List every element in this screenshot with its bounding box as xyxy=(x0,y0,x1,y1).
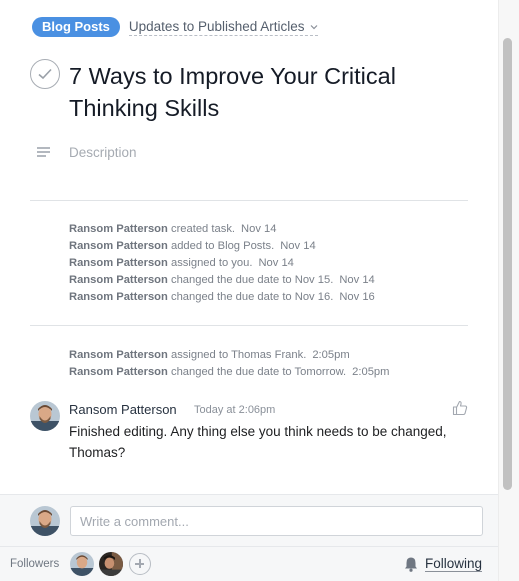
following-toggle[interactable]: Following xyxy=(425,556,483,572)
activity-story: Ransom Patterson created task. Nov 14 xyxy=(69,223,277,235)
project-tag[interactable]: Blog Posts xyxy=(32,17,120,37)
description-field[interactable]: Description xyxy=(69,145,137,160)
follower-avatar[interactable] xyxy=(99,552,123,576)
avatar xyxy=(30,506,60,536)
comment-author[interactable]: Ransom Patterson xyxy=(69,402,177,417)
activity-story: Ransom Patterson changed the due date to… xyxy=(69,366,390,378)
follower-avatar[interactable] xyxy=(70,552,94,576)
bell-icon[interactable] xyxy=(404,556,418,572)
followers-label: Followers xyxy=(10,558,60,570)
comment-timestamp: Today at 2:06pm xyxy=(194,404,276,416)
scrollbar-thumb[interactable] xyxy=(503,38,512,490)
section-dropdown[interactable]: Updates to Published Articles xyxy=(128,18,318,36)
task-title[interactable]: 7 Ways to Improve Your Critical Thinking… xyxy=(69,60,469,124)
activity-story: Ransom Patterson assigned to Thomas Fran… xyxy=(69,349,350,361)
thumbs-up-icon[interactable] xyxy=(452,400,468,421)
add-follower-button[interactable] xyxy=(129,553,151,575)
activity-story: Ransom Patterson changed the due date to… xyxy=(69,291,375,303)
section-label: Updates to Published Articles xyxy=(128,19,305,34)
activity-story: Ransom Patterson changed the due date to… xyxy=(69,274,375,286)
breadcrumb: Blog Posts Updates to Published Articles xyxy=(32,17,318,37)
check-icon xyxy=(38,68,52,80)
comment-text: Finished editing. Any thing else you thi… xyxy=(69,424,447,460)
divider xyxy=(30,325,468,326)
avatar[interactable] xyxy=(30,401,60,431)
chevron-down-icon xyxy=(310,24,317,29)
description-icon xyxy=(37,147,50,158)
activity-story: Ransom Patterson assigned to you. Nov 14 xyxy=(69,257,294,269)
divider xyxy=(30,200,468,201)
comment-input[interactable] xyxy=(70,506,483,536)
activity-story: Ransom Patterson added to Blog Posts. Nov… xyxy=(69,240,316,252)
mark-complete-button[interactable] xyxy=(30,59,60,89)
